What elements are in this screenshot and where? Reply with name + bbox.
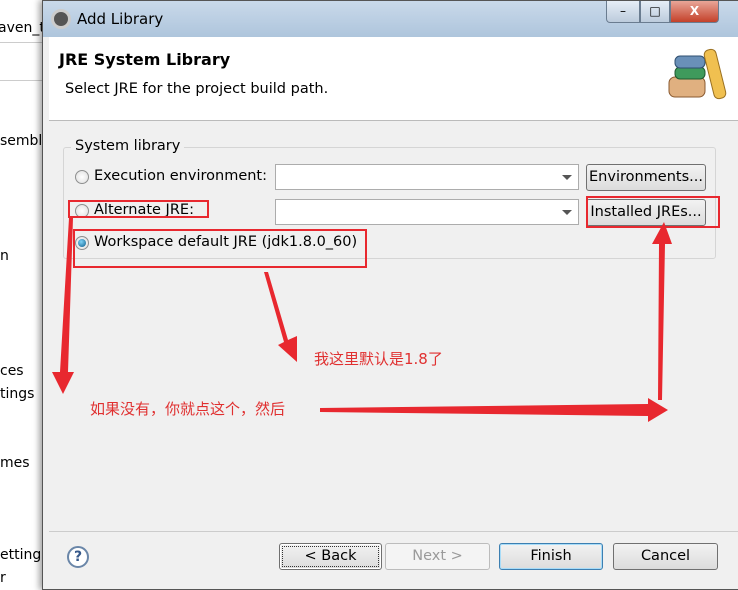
annotation-note-default: 我这里默认是1.8了 — [314, 350, 443, 368]
arrow-right — [320, 398, 668, 422]
annotation-arrows — [52, 218, 672, 422]
arrow-down-to-note — [264, 272, 297, 362]
annotation-note-instructions: 如果没有，你就点这个，然后 — [90, 400, 286, 418]
arrow-down-left — [52, 218, 74, 394]
arrow-up-right — [652, 222, 672, 400]
